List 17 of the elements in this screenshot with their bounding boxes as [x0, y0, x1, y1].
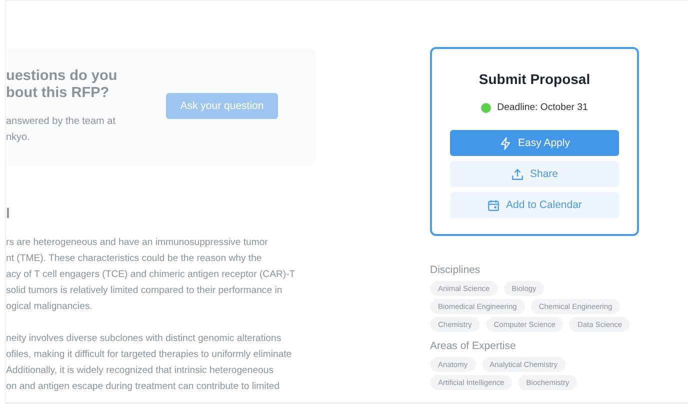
question-heading: uestions do you bout this RFP? [6, 68, 118, 102]
calendar-icon [487, 198, 500, 212]
section-title: Disciplines [430, 264, 482, 276]
action-button[interactable]: Share [450, 161, 619, 187]
lightning-icon [499, 136, 512, 150]
question-text: answered by the team at nkyo. [6, 115, 117, 145]
action-button[interactable]: Add to Calendar [450, 192, 619, 218]
section-title: Areas of Expertise [430, 340, 517, 352]
ask-question-button[interactable]: Ask your question [166, 93, 278, 119]
upload-icon [510, 168, 524, 180]
deadline-text: Deadline: October 31 [497, 102, 588, 113]
apply-button[interactable]: Easy Apply [450, 130, 619, 156]
paragraph: neity involves diverse subclones with distinct genomic alterations ofiles, making it difficult for targeted therapies to uniformly eliminate Additionally, it is widely recognized that intrinsic heterogeneous on and antigen escape during treatment can contribute to limited [6, 332, 293, 394]
status-dot [481, 102, 492, 112]
paragraph: rs are heterogeneous and have an immunosuppressive tumor nt (TME). These characteristics could be the reason why the acy of T cell engagers (TCE) and chimeric antigen receptor (CAR)-T solid tumors is relatively limited compared to their performance in ogical malignancies. [6, 236, 296, 314]
section-heading: l [6, 205, 11, 221]
card-title: Submit Proposal [478, 71, 592, 87]
